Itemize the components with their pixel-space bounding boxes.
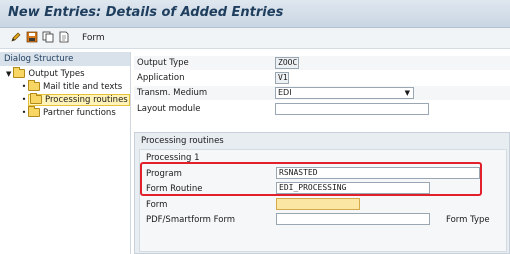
tree-item-mail-title[interactable]: • Mail title and texts	[20, 80, 123, 93]
transm-medium-select[interactable]: EDI ▼	[275, 87, 414, 99]
window-title: New Entries: Details of Added Entries	[8, 5, 284, 20]
folder-icon	[13, 67, 26, 78]
application-label: Application	[137, 73, 185, 83]
tree-item-label: Mail title and texts	[43, 82, 123, 92]
expand-arrow-icon[interactable]: ▼	[6, 68, 11, 80]
folder-icon	[28, 106, 40, 117]
tree-item-partner-functions[interactable]: • Partner functions	[20, 106, 116, 119]
pdf-smartform-label: PDF/Smartform Form	[146, 215, 236, 225]
save-icon[interactable]	[26, 31, 38, 43]
transm-medium-label: Transm. Medium	[137, 88, 208, 98]
form-type-label: Form Type	[446, 215, 490, 225]
layout-module-input[interactable]	[275, 103, 429, 115]
copy-icon[interactable]	[42, 31, 54, 43]
application-toolbar: Form	[0, 28, 510, 49]
section-title: Processing routines	[141, 136, 224, 146]
dialog-structure-header: Dialog Structure	[0, 52, 130, 66]
pdf-smartform-input[interactable]	[276, 213, 430, 225]
row-background	[134, 56, 510, 70]
folder-icon	[28, 80, 40, 91]
dialog-structure-panel: Dialog Structure ▼ Output Types • Mail tit…	[0, 52, 131, 254]
tree-item-processing-routines[interactable]: • Processing routines	[20, 93, 130, 106]
tree-item-output-types[interactable]: ▼ Output Types	[6, 67, 85, 80]
form-label: Form	[146, 200, 168, 210]
dropdown-arrow-icon[interactable]: ▼	[405, 88, 410, 98]
form-button[interactable]: Form	[82, 33, 105, 43]
highlight-box	[140, 162, 482, 196]
tree-item-label: Partner functions	[43, 108, 116, 118]
tree-item-label: Output Types	[28, 69, 85, 79]
form-input[interactable]	[276, 198, 360, 210]
open-folder-icon	[30, 93, 42, 104]
tree-item-label: Processing routines	[45, 95, 128, 105]
document-icon[interactable]	[58, 31, 70, 43]
output-type-label: Output Type	[137, 58, 189, 68]
edit-pencil-icon[interactable]	[10, 31, 22, 43]
bullet-icon: •	[21, 95, 27, 104]
layout-module-label: Layout module	[137, 104, 201, 114]
bullet-icon: •	[21, 82, 27, 91]
application-field: V1	[275, 72, 289, 84]
bullet-icon: •	[21, 108, 27, 117]
transm-medium-value: EDI	[278, 88, 292, 97]
output-type-field: ZOOC	[275, 57, 299, 69]
title-bar: New Entries: Details of Added Entries	[0, 0, 510, 28]
